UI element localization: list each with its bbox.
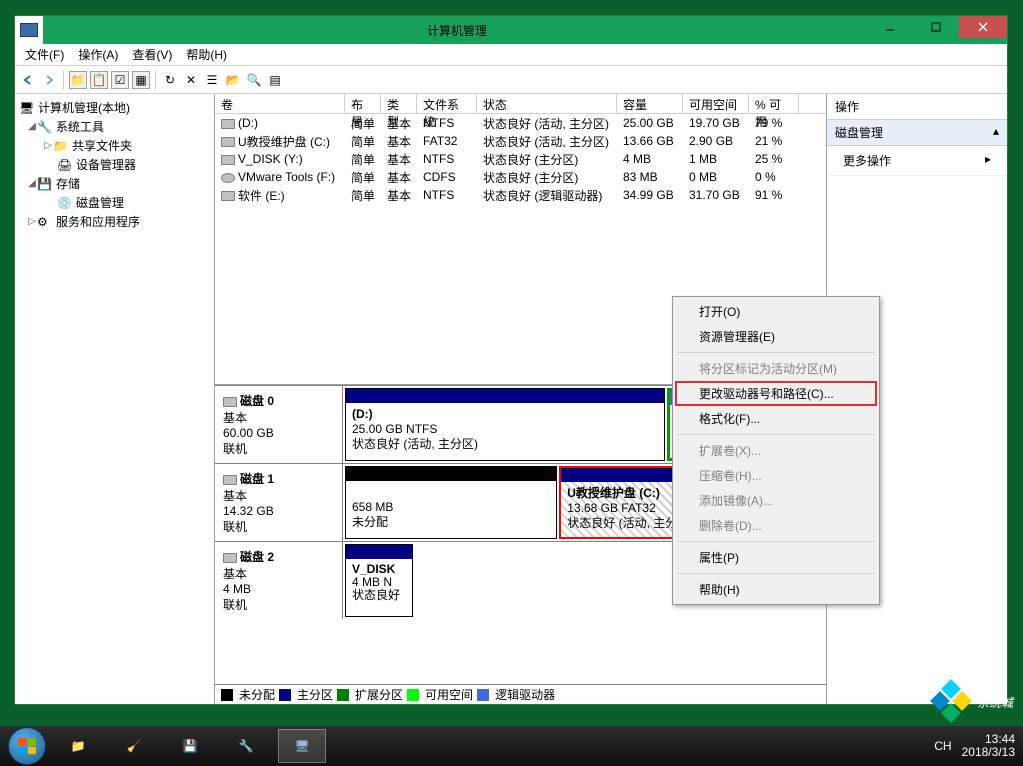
disk-1-label[interactable]: 磁盘 1 基本14.32 GB联机 xyxy=(215,464,343,541)
volume-row[interactable]: U教授维护盘 (C:)简单基本FAT32状态良好 (活动, 主分区)13.66 … xyxy=(215,132,826,150)
legend-unallocated: 未分配 xyxy=(239,686,275,703)
col-status[interactable]: 状态 xyxy=(477,94,617,113)
col-pct[interactable]: % 可用 xyxy=(749,94,799,113)
cm-format[interactable]: 格式化(F)... xyxy=(675,406,877,431)
disk-0-partition-d[interactable]: (D:)25.00 GB NTFS状态良好 (活动, 主分区) xyxy=(345,388,665,461)
cm-help[interactable]: 帮助(H) xyxy=(675,577,877,602)
disk-2-label[interactable]: 磁盘 2 基本4 MB联机 xyxy=(215,542,343,619)
col-type[interactable]: 类型 xyxy=(381,94,417,113)
volume-row[interactable]: V_DISK (Y:)简单基本NTFS状态良好 (主分区)4 MB1 MB25 … xyxy=(215,150,826,168)
tree-devmgr[interactable]: 🖨设备管理器 xyxy=(19,155,210,174)
watermark: 系统城 xyxy=(929,680,1013,724)
toolbar-btn-4[interactable]: ▦ xyxy=(132,71,150,89)
menubar: 文件(F) 操作(A) 查看(V) 帮助(H) xyxy=(15,44,1007,66)
actions-more[interactable]: 更多操作▸ xyxy=(827,146,1007,176)
cm-mark-active: 将分区标记为活动分区(M) xyxy=(675,356,877,381)
legend-free: 可用空间 xyxy=(425,686,473,703)
taskbar-item-3[interactable]: 💾 xyxy=(166,729,214,763)
col-volume[interactable]: 卷 xyxy=(215,94,345,113)
tree-root[interactable]: 🖥计算机管理(本地) xyxy=(19,98,210,117)
disk-1-unallocated[interactable]: 658 MB未分配 xyxy=(345,466,557,539)
system-tray[interactable]: CH 13:44 2018/3/13 xyxy=(934,733,1015,759)
toolbar-refresh-icon[interactable]: ↻ xyxy=(161,71,179,89)
taskbar: 📁 🧹 💾 🔧 🖥 CH 13:44 2018/3/13 xyxy=(0,726,1023,766)
cm-mirror: 添加镜像(A)... xyxy=(675,488,877,513)
volume-row[interactable]: VMware Tools (F:)简单基本CDFS状态良好 (主分区)83 MB… xyxy=(215,168,826,186)
cm-open[interactable]: 打开(O) xyxy=(675,299,877,324)
tree-shared[interactable]: ▷📁共享文件夹 xyxy=(19,136,210,155)
cm-extend: 扩展卷(X)... xyxy=(675,438,877,463)
toolbar-x-icon[interactable]: ✕ xyxy=(182,71,200,89)
col-cap[interactable]: 容量 xyxy=(617,94,683,113)
toolbar-btn-3[interactable]: ☑ xyxy=(111,71,129,89)
context-menu: 打开(O) 资源管理器(E) 将分区标记为活动分区(M) 更改驱动器号和路径(C… xyxy=(672,296,880,605)
cm-properties[interactable]: 属性(P) xyxy=(675,545,877,570)
taskbar-item-2[interactable]: 🧹 xyxy=(110,729,158,763)
volume-row[interactable]: 软件 (E:)简单基本NTFS状态良好 (逻辑驱动器)34.99 GB31.70… xyxy=(215,186,826,204)
toolbar-open-icon[interactable]: 📂 xyxy=(224,71,242,89)
taskbar-item-4[interactable]: 🔧 xyxy=(222,729,270,763)
taskbar-item-explorer[interactable]: 📁 xyxy=(54,729,102,763)
taskbar-item-computer-mgmt[interactable]: 🖥 xyxy=(278,729,326,763)
tree-systools[interactable]: ◢🔧系统工具 xyxy=(19,117,210,136)
toolbar-props-icon[interactable]: ☰ xyxy=(203,71,221,89)
actions-diskmgmt[interactable]: 磁盘管理▴ xyxy=(827,120,1007,146)
toolbar: 📁 📋 ☑ ▦ ↻ ✕ ☰ 📂 🔍 ▤ xyxy=(15,66,1007,94)
start-button[interactable] xyxy=(8,727,46,765)
tree-storage[interactable]: ◢💾存储 xyxy=(19,174,210,193)
legend: 未分配 主分区 扩展分区 可用空间 逻辑驱动器 xyxy=(215,684,826,704)
window-icon xyxy=(15,16,43,44)
desktop-icons xyxy=(2,15,14,705)
col-free[interactable]: 可用空间 xyxy=(683,94,749,113)
menu-file[interactable]: 文件(F) xyxy=(19,44,70,65)
cm-shrink: 压缩卷(H)... xyxy=(675,463,877,488)
cm-explorer[interactable]: 资源管理器(E) xyxy=(675,324,877,349)
close-button[interactable] xyxy=(959,16,1007,38)
cm-delete: 删除卷(D)... xyxy=(675,513,877,538)
tree-panel: 🖥计算机管理(本地) ◢🔧系统工具 ▷📁共享文件夹 🖨设备管理器 ◢💾存储 💿磁… xyxy=(15,94,215,704)
legend-extended: 扩展分区 xyxy=(355,686,403,703)
toolbar-list-icon[interactable]: ▤ xyxy=(266,71,284,89)
titlebar[interactable]: 计算机管理 xyxy=(15,16,1007,44)
window-title: 计算机管理 xyxy=(47,22,867,39)
volume-row[interactable]: (D:)简单基本NTFS状态良好 (活动, 主分区)25.00 GB19.70 … xyxy=(215,114,826,132)
legend-primary: 主分区 xyxy=(297,686,333,703)
toolbar-btn-1[interactable]: 📁 xyxy=(69,71,87,89)
col-layout[interactable]: 布局 xyxy=(345,94,381,113)
col-fs[interactable]: 文件系统 xyxy=(417,94,477,113)
volume-list-header[interactable]: 卷 布局 类型 文件系统 状态 容量 可用空间 % 可用 xyxy=(215,94,826,114)
toolbar-search-icon[interactable]: 🔍 xyxy=(245,71,263,89)
disk-2-partition-vdisk[interactable]: V_DISK4 MB N状态良好 xyxy=(345,544,413,617)
nav-back-icon[interactable] xyxy=(19,71,37,89)
maximize-button[interactable] xyxy=(913,16,959,38)
chevron-up-icon: ▴ xyxy=(993,124,999,141)
tray-lang[interactable]: CH xyxy=(934,739,951,753)
minimize-button[interactable] xyxy=(867,16,913,38)
disk-0-label[interactable]: 磁盘 0 基本60.00 GB联机 xyxy=(215,386,343,463)
tree-services[interactable]: ▷⚙服务和应用程序 xyxy=(19,212,210,231)
toolbar-btn-2[interactable]: 📋 xyxy=(90,71,108,89)
tree-diskmgmt[interactable]: 💿磁盘管理 xyxy=(19,193,210,212)
chevron-right-icon: ▸ xyxy=(985,152,991,169)
cm-change-letter[interactable]: 更改驱动器号和路径(C)... xyxy=(675,381,877,406)
menu-help[interactable]: 帮助(H) xyxy=(180,44,233,65)
tray-date[interactable]: 2018/3/13 xyxy=(962,746,1015,759)
legend-logical: 逻辑驱动器 xyxy=(495,686,555,703)
actions-header: 操作 xyxy=(827,94,1007,120)
menu-view[interactable]: 查看(V) xyxy=(126,44,178,65)
menu-action[interactable]: 操作(A) xyxy=(72,44,124,65)
nav-forward-icon[interactable] xyxy=(40,71,58,89)
